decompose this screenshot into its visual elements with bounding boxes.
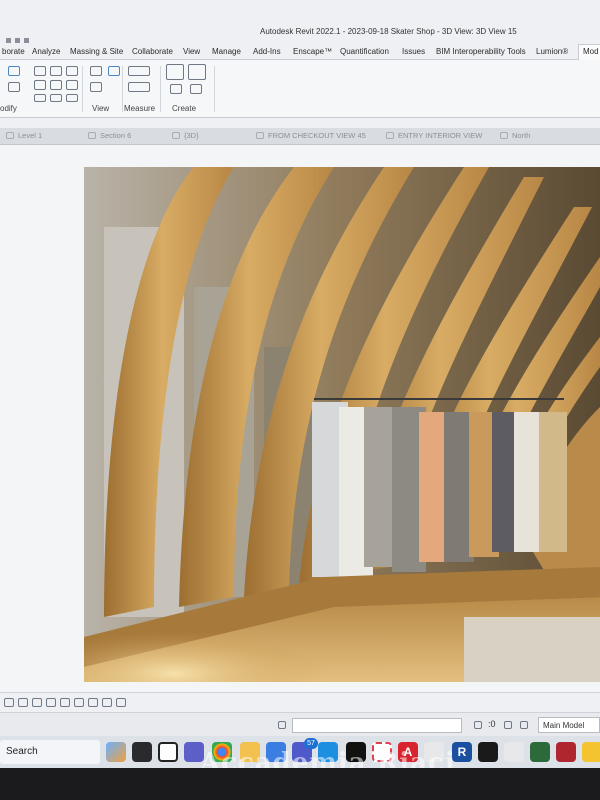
panel-measure-label: Measure (124, 104, 156, 113)
panel-modify-label: odify (0, 104, 17, 113)
status-bar: :0 Main Model (0, 712, 600, 736)
tab-enscape[interactable]: Enscape™ (293, 47, 332, 56)
main-model-dropdown[interactable]: Main Model (538, 717, 600, 733)
panel-divider (160, 66, 161, 112)
hide-icon[interactable] (90, 66, 102, 76)
tab-issues[interactable]: Issues (402, 47, 425, 56)
lock-view-icon[interactable] (116, 698, 126, 707)
tab-collaborate-partial[interactable]: borate (2, 47, 25, 56)
view-tab-label: Section 6 (100, 131, 132, 140)
camera-view-icon (256, 132, 264, 139)
override-graphics-icon[interactable] (108, 66, 120, 76)
search-box[interactable]: Search (0, 740, 100, 764)
window-title: Autodesk Revit 2022.1 - 2023-09-18 Skate… (260, 27, 517, 36)
show-crop-icon[interactable] (102, 698, 112, 707)
view-tab-strip: Level 1 Section 6 {3D} FROM CHECKOUT VIE… (0, 128, 600, 145)
move-icon[interactable] (34, 80, 46, 90)
copy-icon[interactable] (50, 80, 62, 90)
tab-add-ins[interactable]: Add-Ins (253, 47, 281, 56)
paste-icon[interactable] (8, 66, 20, 76)
create-assembly-icon[interactable] (166, 64, 184, 80)
laptop-bezel (0, 768, 600, 800)
render-icon[interactable] (74, 698, 84, 707)
widgets-icon[interactable] (106, 742, 126, 762)
view-tab-north[interactable]: North (500, 131, 530, 143)
view-tab-3d[interactable]: {3D} (172, 131, 199, 143)
lumion-icon[interactable] (478, 742, 498, 762)
linework-icon[interactable] (90, 82, 102, 92)
create-group-icon[interactable] (170, 84, 182, 94)
tab-modify[interactable]: Mod (578, 44, 600, 60)
workset-icon[interactable] (278, 721, 286, 729)
panel-view-label: View (92, 104, 110, 113)
view-tab-label: FROM CHECKOUT VIEW 45 (268, 131, 366, 140)
array-icon[interactable] (50, 94, 62, 102)
section-icon (88, 132, 96, 139)
editable-only-icon[interactable] (504, 721, 512, 729)
view-tab-from-checkout[interactable]: FROM CHECKOUT VIEW 45 (256, 131, 366, 143)
trim-icon[interactable] (34, 94, 46, 102)
delete-icon[interactable] (66, 94, 78, 102)
3d-view-icon (172, 132, 180, 139)
elevation-icon (500, 132, 508, 139)
view-control-bar (0, 692, 600, 712)
measure-icon[interactable] (128, 66, 150, 76)
align-icon[interactable] (34, 66, 46, 76)
filter-icon[interactable] (474, 721, 482, 729)
sun-path-icon[interactable] (46, 698, 56, 707)
shadows-icon[interactable] (60, 698, 70, 707)
tab-collaborate[interactable]: Collaborate (132, 47, 173, 56)
ribbon-gap (0, 118, 600, 128)
multitask-icon[interactable] (158, 742, 178, 762)
panel-divider (82, 66, 83, 112)
drawing-area[interactable] (0, 145, 600, 700)
view-tab-label: ENTRY INTERIOR VIEW (398, 131, 483, 140)
tab-quantification[interactable]: Quantification (340, 47, 389, 56)
visual-style-icon[interactable] (32, 698, 42, 707)
camera-view-icon (386, 132, 394, 139)
view-tab-level-1[interactable]: Level 1 (6, 131, 42, 143)
crop-view-icon[interactable] (88, 698, 98, 707)
tab-manage[interactable]: Manage (212, 47, 241, 56)
app-icon[interactable] (504, 742, 524, 762)
design-options-icon[interactable] (520, 721, 528, 729)
3d-view-render[interactable] (84, 167, 600, 682)
view-tab-section-6[interactable]: Section 6 (88, 131, 131, 143)
clothing-rack (312, 398, 567, 577)
workset-field[interactable] (292, 718, 462, 733)
selection-count: :0 (488, 719, 496, 729)
sticky-notes-icon[interactable] (582, 742, 600, 762)
view-tab-label: Level 1 (18, 131, 43, 140)
detail-level-icon[interactable] (18, 698, 28, 707)
tab-view[interactable]: View (183, 47, 200, 56)
ribbon-tabs: borate Analyze Massing & Site Collaborat… (0, 44, 600, 60)
create-similar-icon[interactable] (190, 84, 202, 94)
ribbon-panel: odify View Measure Create (0, 60, 600, 118)
scale-icon[interactable] (4, 698, 14, 707)
tab-bim-interoperability[interactable]: BIM Interoperability Tools (436, 47, 526, 56)
cut-icon[interactable] (8, 82, 20, 92)
floor-plan-icon (6, 132, 14, 139)
rendered-interior-image (84, 167, 600, 682)
pdf-icon[interactable] (556, 742, 576, 762)
dimension-icon[interactable] (128, 82, 150, 92)
view-tab-entry-interior[interactable]: ENTRY INTERIOR VIEW (386, 131, 482, 143)
view-tab-label: {3D} (184, 131, 199, 140)
create-parts-icon[interactable] (188, 64, 206, 80)
task-view-icon[interactable] (132, 742, 152, 762)
quick-access-toolbar[interactable] (6, 30, 46, 43)
search-label: Search (6, 746, 38, 757)
rotate-icon[interactable] (66, 80, 78, 90)
tab-massing-site[interactable]: Massing & Site (70, 47, 123, 56)
panel-divider (122, 66, 123, 112)
mirror-icon[interactable] (66, 66, 78, 76)
title-bar: Autodesk Revit 2022.1 - 2023-09-18 Skate… (0, 0, 600, 44)
tab-analyze[interactable]: Analyze (32, 47, 60, 56)
app-icon[interactable] (530, 742, 550, 762)
tab-lumion[interactable]: Lumion® (536, 47, 568, 56)
panel-create-label: Create (172, 104, 197, 113)
panel-divider (214, 66, 215, 112)
offset-icon[interactable] (50, 66, 62, 76)
view-tab-label: North (512, 131, 531, 140)
